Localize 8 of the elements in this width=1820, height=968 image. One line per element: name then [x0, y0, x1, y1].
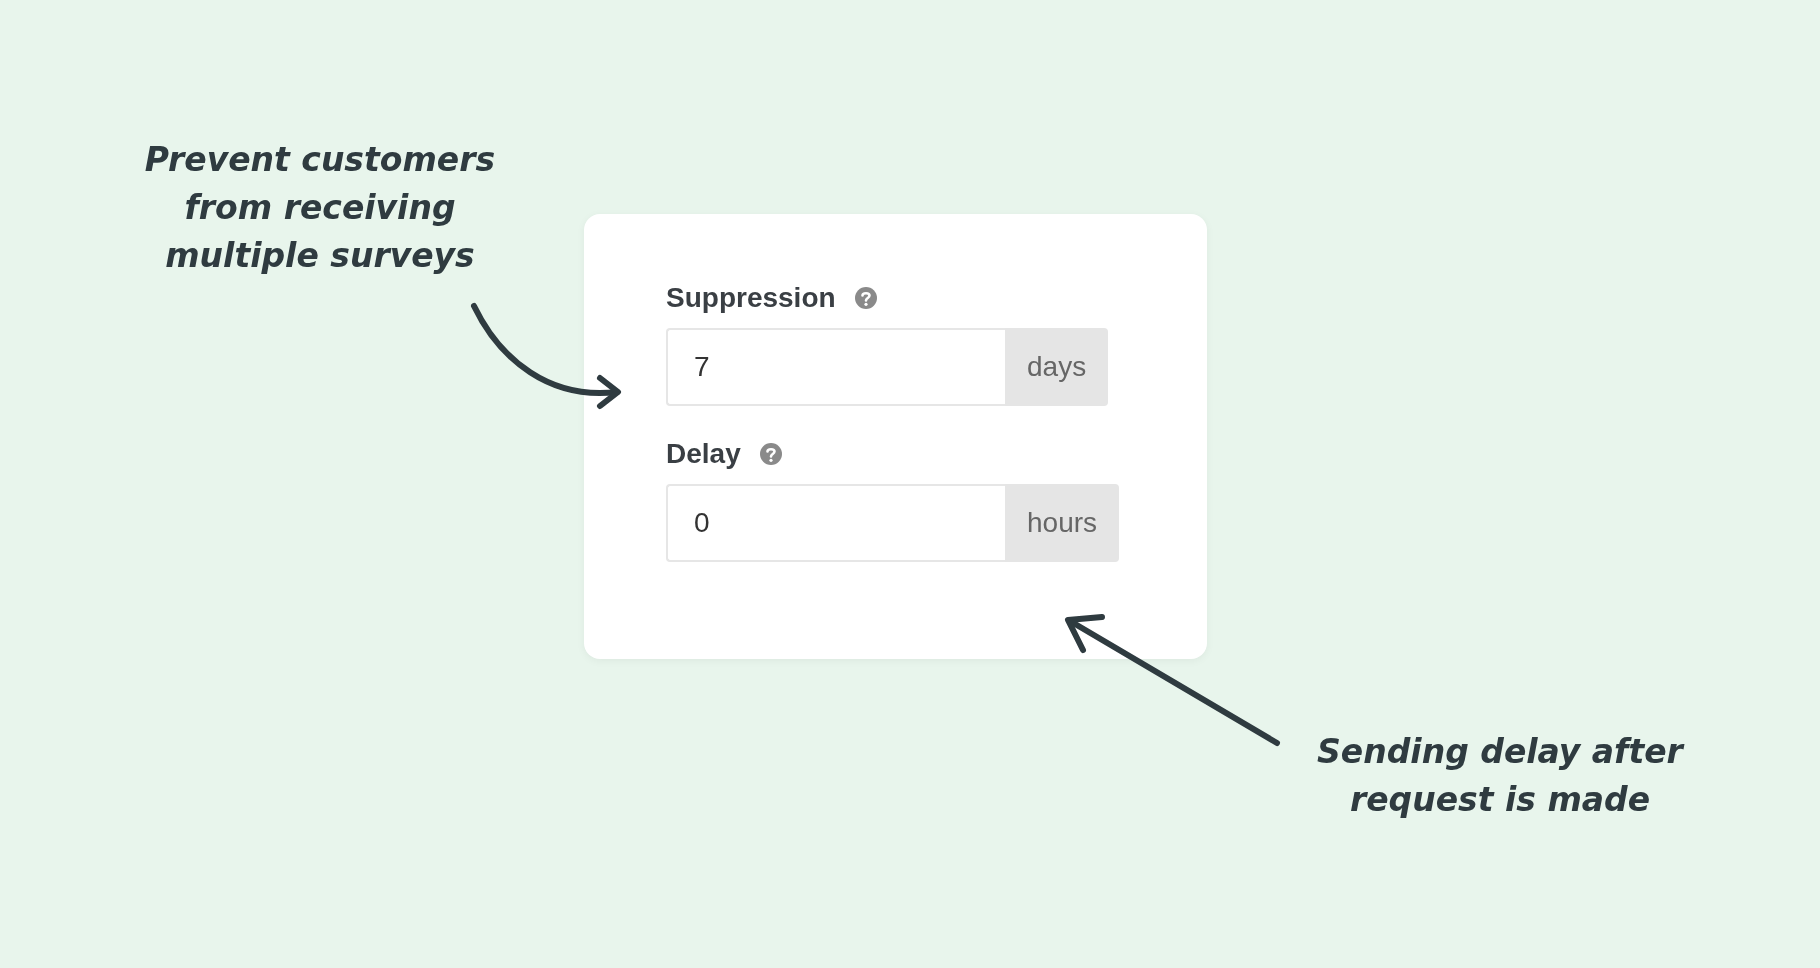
unit-addon: days [1005, 328, 1109, 406]
annotation-text: Sending delay after request is made [1316, 731, 1686, 821]
number-input[interactable]: 7 [666, 328, 1005, 406]
unit-addon: hours [1005, 484, 1120, 562]
number-input[interactable]: 0 [666, 484, 1005, 562]
annotation-text: Prevent customers from receiving multiple surveys [143, 139, 497, 277]
field-label: Delay [666, 438, 741, 470]
field-label: Suppression [666, 282, 836, 314]
